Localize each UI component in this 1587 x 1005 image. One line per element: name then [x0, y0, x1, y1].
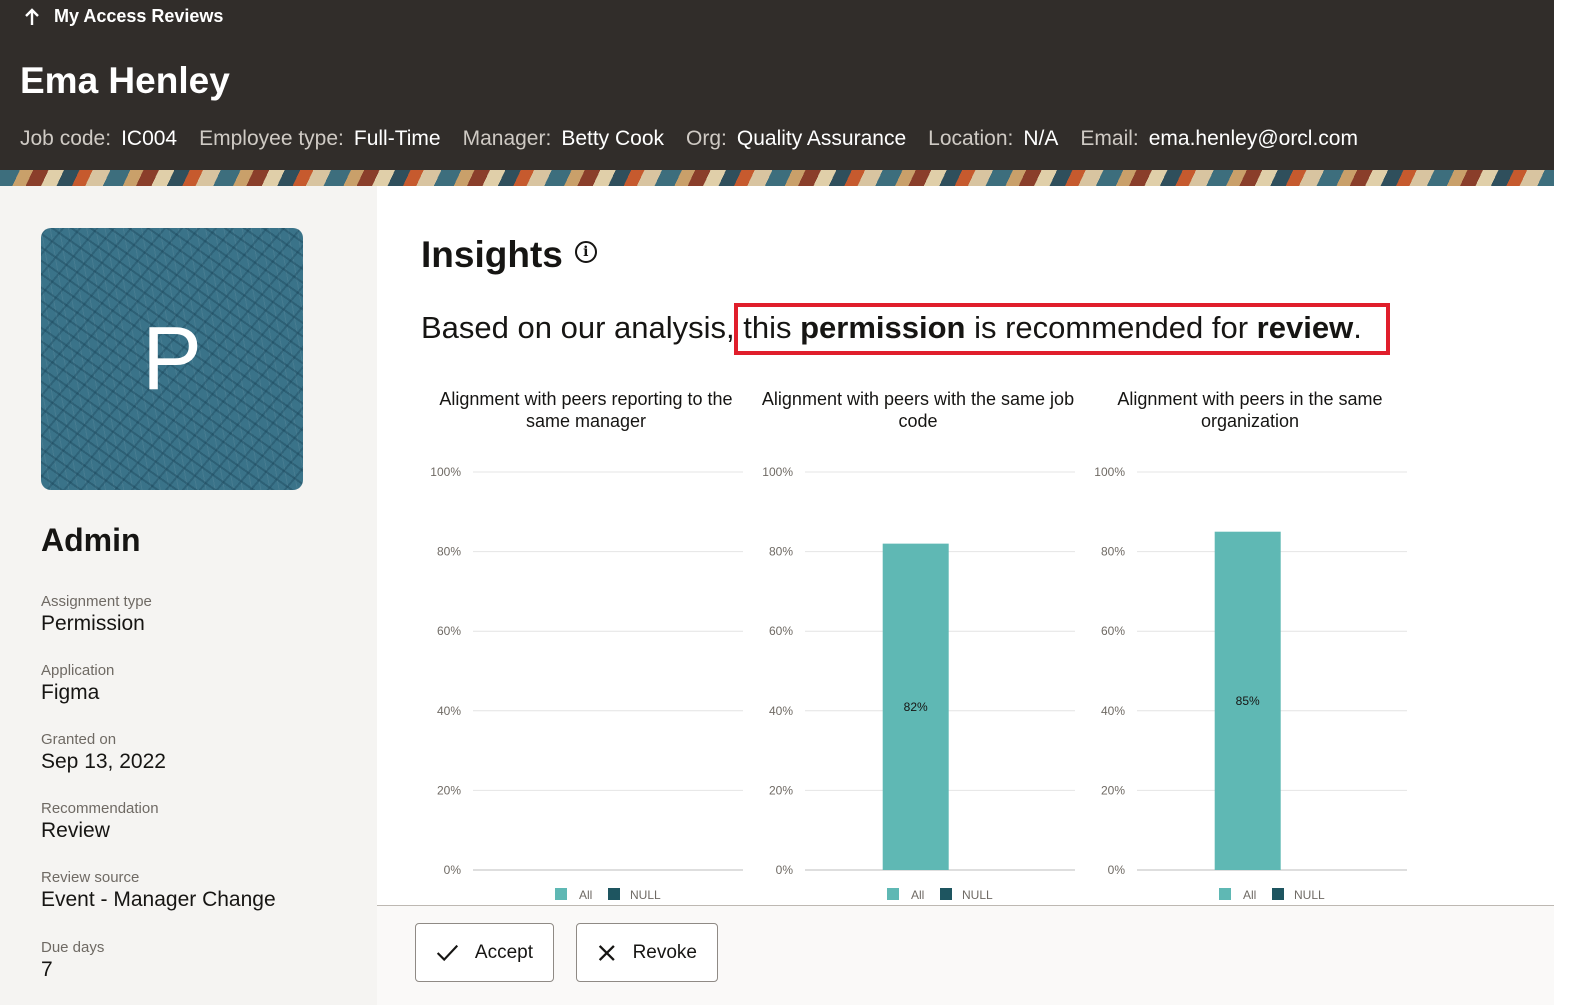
y-tick-label: 100%: [430, 465, 461, 479]
y-tick-label: 40%: [437, 704, 461, 718]
y-tick-label: 20%: [437, 783, 461, 797]
legend-swatch-null: [940, 888, 952, 900]
chart-org-peers: Alignment with peers in the same organiz…: [1085, 386, 1415, 906]
action-bar: Accept Revoke: [377, 905, 1554, 1005]
highlight-box: [734, 303, 1390, 355]
revoke-label: Revoke: [632, 941, 697, 963]
meta-job-code: Job code: IC004: [20, 127, 178, 150]
avatar-letter: P: [141, 308, 203, 409]
detail-granted-on: Granted on Sep 13, 2022: [41, 731, 166, 773]
data-label: 82%: [904, 700, 928, 714]
y-tick-label: 100%: [1094, 465, 1125, 479]
chart-job-code-peers: Alignment with peers with the same job c…: [753, 386, 1083, 906]
meta-location: Location: N/A: [928, 127, 1059, 150]
info-icon[interactable]: i: [574, 241, 597, 263]
entitlement-title: Admin: [41, 522, 141, 558]
detail-application: Application Figma: [41, 662, 115, 704]
revoke-button[interactable]: Revoke: [576, 923, 718, 982]
avatar: P: [41, 228, 303, 490]
insights-heading: Insights i: [421, 234, 597, 276]
accept-label: Accept: [474, 941, 533, 963]
y-tick-label: 40%: [769, 704, 793, 718]
y-tick-label: 60%: [769, 624, 793, 638]
legend-swatch-all: [1219, 888, 1231, 900]
arrow-up-icon: [25, 7, 39, 25]
legend-swatch-null: [608, 888, 620, 900]
accept-button[interactable]: Accept: [415, 923, 554, 982]
y-tick-label: 80%: [437, 545, 461, 559]
meta-email: Email: ema.henley@orcl.com: [1080, 127, 1358, 150]
legend-label: All: [1243, 888, 1256, 902]
y-tick-label: 60%: [437, 624, 461, 638]
page-edge: [1554, 0, 1587, 1005]
y-tick-label: 60%: [1101, 624, 1125, 638]
y-tick-label: 0%: [444, 863, 462, 877]
meta-org: Org: Quality Assurance: [686, 127, 907, 150]
y-tick-label: 80%: [1101, 545, 1125, 559]
legend-label: NULL: [630, 888, 661, 902]
close-icon: [598, 944, 615, 961]
y-tick-label: 20%: [1101, 783, 1125, 797]
insights-title: Insights: [421, 234, 563, 275]
y-tick-label: 0%: [776, 863, 794, 877]
back-link[interactable]: My Access Reviews: [24, 6, 223, 27]
y-tick-label: 80%: [769, 545, 793, 559]
legend-swatch-all: [555, 888, 567, 900]
legend-swatch-all: [887, 888, 899, 900]
detail-recommendation: Recommendation Review: [41, 800, 159, 842]
decorative-banner: [0, 170, 1554, 186]
details-panel: P Admin Assignment type Permission Appli…: [0, 186, 377, 1005]
y-tick-label: 40%: [1101, 704, 1125, 718]
meta-manager: Manager: Betty Cook: [462, 127, 665, 150]
detail-assignment-type: Assignment type Permission: [41, 593, 152, 635]
back-link-label: My Access Reviews: [54, 6, 224, 26]
insights-section: Insights i Based on our analysis, this p…: [377, 186, 1554, 906]
y-tick-label: 0%: [1108, 863, 1126, 877]
check-icon: [436, 944, 459, 961]
person-meta: Job code: IC004 Employee type: Full-Time…: [20, 127, 1358, 151]
legend-label: NULL: [1294, 888, 1325, 902]
y-tick-label: 20%: [769, 783, 793, 797]
legend-label: All: [579, 888, 592, 902]
page-header: My Access Reviews Ema Henley Job code: I…: [0, 0, 1554, 186]
y-tick-label: 100%: [762, 465, 793, 479]
legend-label: NULL: [962, 888, 993, 902]
legend-label: All: [911, 888, 924, 902]
legend-swatch-null: [1272, 888, 1284, 900]
chart-manager-peers: Alignment with peers reporting to the sa…: [421, 386, 751, 906]
meta-employee-type: Employee type: Full-Time: [199, 127, 441, 150]
detail-review-source: Review source Event - Manager Change: [41, 869, 276, 911]
detail-due-days: Due days 7: [41, 939, 105, 981]
data-label: 85%: [1236, 694, 1260, 708]
person-name: Ema Henley: [20, 60, 230, 101]
